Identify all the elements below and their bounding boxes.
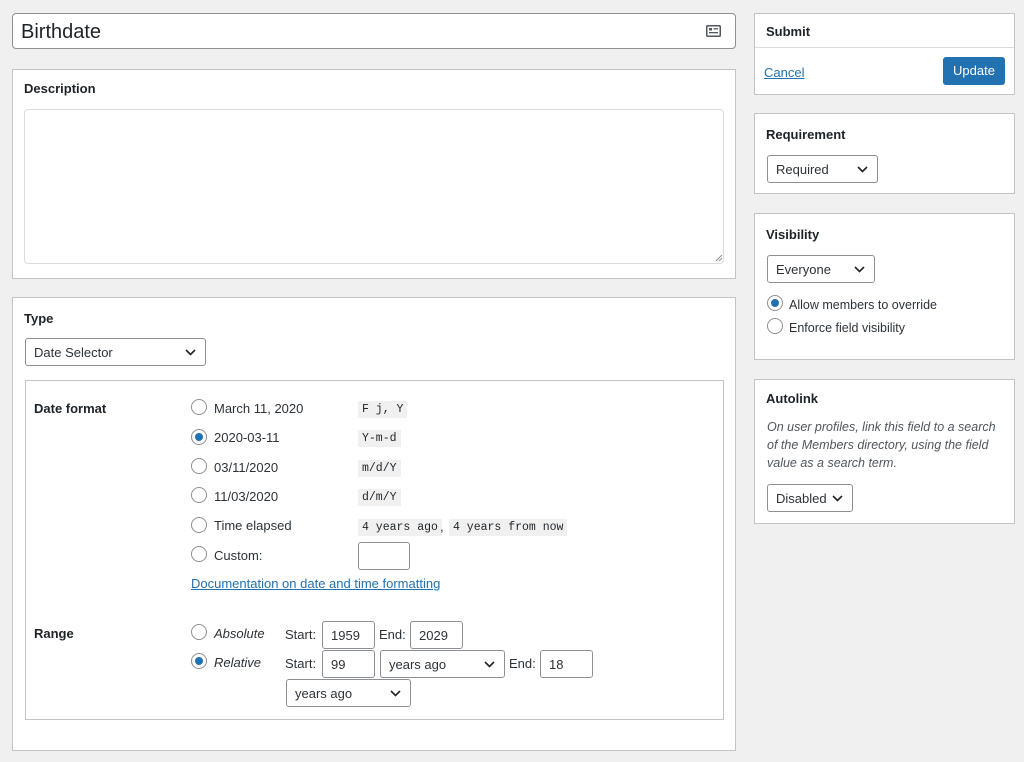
visibility-allow-override-label: Allow members to override — [789, 298, 937, 312]
date-format-radio-3[interactable] — [191, 458, 207, 474]
chevron-down-icon — [832, 495, 843, 502]
date-format-code-2: Y-m-d — [358, 430, 401, 447]
custom-format-input[interactable] — [358, 542, 410, 570]
type-select-value: Date Selector — [34, 345, 113, 360]
autolink-panel: Autolink On user profiles, link this fie… — [754, 379, 1015, 524]
range-absolute-start-value: 1959 — [331, 628, 360, 643]
range-relative-label: Relative — [214, 655, 261, 670]
range-absolute-label: Absolute — [214, 626, 265, 641]
range-absolute-end-value: 2029 — [419, 628, 448, 643]
field-title-input[interactable] — [21, 18, 681, 46]
submit-header: Submit — [755, 14, 1014, 48]
id-card-icon[interactable] — [706, 25, 721, 37]
visibility-panel: Visibility Everyone Allow members to ove… — [754, 213, 1015, 360]
date-format-label: Date format — [34, 401, 107, 416]
description-heading: Description — [24, 81, 96, 96]
range-relative-start-unit-select[interactable]: years ago — [380, 650, 505, 678]
field-title-input-wrapper — [12, 13, 736, 49]
date-format-radio-6[interactable] — [191, 546, 207, 562]
date-format-code-1: F j, Y — [358, 401, 408, 418]
visibility-enforce-label: Enforce field visibility — [789, 321, 906, 335]
date-format-radio-2[interactable] — [191, 429, 207, 445]
date-format-option-2: 2020-03-11 — [214, 430, 280, 445]
date-format-option-5: Time elapsed — [214, 518, 292, 533]
chevron-down-icon — [390, 690, 401, 697]
date-format-code-separator: , — [440, 519, 444, 534]
date-format-option-1: March 11, 2020 — [214, 401, 304, 416]
date-format-option-6: Custom: — [214, 548, 263, 563]
visibility-allow-override-radio[interactable] — [767, 295, 783, 311]
range-absolute-radio[interactable] — [191, 624, 207, 640]
date-format-doc-link[interactable]: Documentation on date and time formattin… — [191, 576, 440, 591]
range-label: Range — [34, 626, 74, 641]
range-relative-end-unit-select[interactable]: years ago — [286, 679, 411, 707]
update-button[interactable]: Update — [943, 57, 1005, 85]
requirement-select-value: Required — [776, 162, 829, 177]
range-relative-end-label: End: — [509, 656, 536, 671]
date-format-code-5a: 4 years ago — [358, 519, 442, 536]
range-relative-end-value: 18 — [549, 657, 564, 672]
chevron-down-icon — [857, 166, 868, 173]
requirement-select[interactable]: Required — [767, 155, 878, 183]
date-format-option-4: 11/03/2020 — [214, 489, 279, 504]
requirement-panel: Requirement Required — [754, 113, 1015, 194]
chevron-down-icon — [854, 266, 865, 273]
range-relative-end-unit-value: years ago — [295, 686, 353, 701]
autolink-select[interactable]: Disabled — [767, 484, 853, 512]
date-format-option-3: 03/11/2020 — [214, 460, 279, 475]
date-format-code-3: m/d/Y — [358, 460, 401, 477]
visibility-enforce-radio[interactable] — [767, 318, 783, 334]
range-absolute-start-input[interactable]: 1959 — [322, 621, 375, 649]
visibility-select-value: Everyone — [776, 262, 831, 277]
date-format-code-4: d/m/Y — [358, 489, 401, 506]
date-format-radio-5[interactable] — [191, 517, 207, 533]
range-absolute-end-input[interactable]: 2029 — [410, 621, 463, 649]
description-panel: Description — [12, 69, 736, 279]
description-textarea[interactable] — [24, 109, 724, 264]
autolink-heading: Autolink — [766, 391, 818, 406]
chevron-down-icon — [484, 661, 495, 668]
visibility-heading: Visibility — [766, 227, 820, 242]
chevron-down-icon — [185, 349, 196, 356]
requirement-heading: Requirement — [766, 127, 846, 142]
visibility-select[interactable]: Everyone — [767, 255, 875, 283]
range-relative-start-label: Start: — [285, 656, 317, 671]
range-absolute-start-label: Start: — [285, 627, 317, 642]
range-relative-start-value: 99 — [331, 657, 346, 672]
type-heading: Type — [24, 311, 54, 326]
submit-panel: Submit Cancel Update — [754, 13, 1015, 95]
resize-grip-icon[interactable] — [715, 254, 723, 262]
type-panel: Type Date Selector Date format March 11,… — [12, 297, 736, 751]
range-absolute-end-label: End: — [379, 627, 406, 642]
autolink-select-value: Disabled — [776, 491, 827, 506]
type-select[interactable]: Date Selector — [25, 338, 206, 366]
date-settings-panel: Date format March 11, 2020 F j, Y 2020-0… — [25, 380, 724, 720]
autolink-description: On user profiles, link this field to a s… — [767, 420, 996, 470]
range-relative-start-unit-value: years ago — [389, 657, 447, 672]
range-relative-end-input[interactable]: 18 — [540, 650, 593, 678]
cancel-link[interactable]: Cancel — [764, 65, 804, 80]
submit-heading: Submit — [766, 24, 811, 39]
date-format-radio-1[interactable] — [191, 399, 207, 415]
date-format-code-5b: 4 years from now — [449, 519, 568, 536]
range-relative-start-input[interactable]: 99 — [322, 650, 375, 678]
range-relative-radio[interactable] — [191, 653, 207, 669]
date-format-radio-4[interactable] — [191, 487, 207, 503]
